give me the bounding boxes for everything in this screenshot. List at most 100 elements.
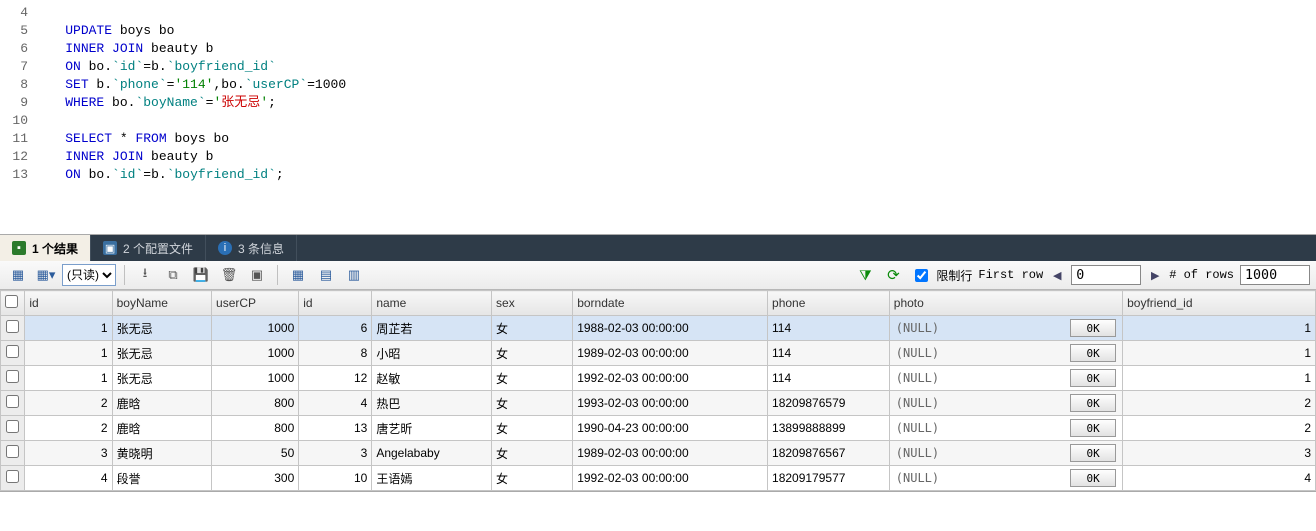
row-checkbox[interactable] bbox=[6, 320, 19, 333]
cell-usercp[interactable]: 300 bbox=[212, 466, 299, 491]
row-checkbox[interactable] bbox=[6, 370, 19, 383]
cell-sex[interactable]: 女 bbox=[492, 416, 573, 441]
cell-id[interactable]: 2 bbox=[25, 391, 112, 416]
cell-usercp[interactable]: 800 bbox=[212, 391, 299, 416]
select-all-checkbox[interactable] bbox=[5, 295, 18, 308]
cell-sex[interactable]: 女 bbox=[492, 466, 573, 491]
row-checkbox-cell[interactable] bbox=[1, 466, 25, 491]
cell-boyfriend-id[interactable]: 2 bbox=[1123, 391, 1316, 416]
cell-phone[interactable]: 18209876567 bbox=[768, 441, 890, 466]
cell-id2[interactable]: 6 bbox=[299, 316, 372, 341]
cell-boyfriend-id[interactable]: 4 bbox=[1123, 466, 1316, 491]
refresh-icon[interactable]: ⟳ bbox=[881, 263, 905, 287]
photo-size-button[interactable]: 0K bbox=[1070, 344, 1116, 362]
table-row[interactable]: 4段誉30010王语嫣女1992-02-03 00:00:00182091795… bbox=[1, 466, 1316, 491]
cell-phone[interactable]: 18209179577 bbox=[768, 466, 890, 491]
first-row-input[interactable] bbox=[1071, 265, 1141, 285]
copy-icon[interactable]: ⧉ bbox=[161, 263, 185, 287]
view-mode-card-icon[interactable]: ▥ bbox=[342, 263, 366, 287]
row-checkbox-cell[interactable] bbox=[1, 366, 25, 391]
delete-icon[interactable]: 🗑 bbox=[217, 263, 241, 287]
cell-usercp[interactable]: 1000 bbox=[212, 316, 299, 341]
editor-code[interactable]: UPDATE boys bo INNER JOIN beauty b ON bo… bbox=[34, 4, 346, 224]
grid-options-icon[interactable]: ▦▾ bbox=[34, 263, 58, 287]
first-row-prev-icon[interactable]: ◀ bbox=[1049, 267, 1065, 283]
cell-boyfriend-id[interactable]: 2 bbox=[1123, 416, 1316, 441]
tab-messages[interactable]: i 3 条信息 bbox=[206, 235, 297, 261]
view-mode-grid-icon[interactable]: ▦ bbox=[286, 263, 310, 287]
cell-id2[interactable]: 10 bbox=[299, 466, 372, 491]
row-checkbox-cell[interactable] bbox=[1, 416, 25, 441]
cell-phone[interactable]: 13899888899 bbox=[768, 416, 890, 441]
cell-name[interactable]: 赵敏 bbox=[372, 366, 492, 391]
cell-borndate[interactable]: 1993-02-03 00:00:00 bbox=[573, 391, 768, 416]
row-checkbox-cell[interactable] bbox=[1, 316, 25, 341]
cell-boyname[interactable]: 鹿晗 bbox=[112, 416, 211, 441]
cell-photo[interactable]: (NULL)0K bbox=[889, 316, 1122, 341]
row-checkbox-cell[interactable] bbox=[1, 441, 25, 466]
cell-borndate[interactable]: 1989-02-03 00:00:00 bbox=[573, 441, 768, 466]
cell-boyname[interactable]: 张无忌 bbox=[112, 316, 211, 341]
cell-photo[interactable]: (NULL)0K bbox=[889, 366, 1122, 391]
cell-name[interactable]: Angelababy bbox=[372, 441, 492, 466]
cell-id[interactable]: 4 bbox=[25, 466, 112, 491]
cell-usercp[interactable]: 1000 bbox=[212, 366, 299, 391]
results-grid-wrap[interactable]: id boyName userCP id name sex borndate p… bbox=[0, 290, 1316, 492]
cell-usercp[interactable]: 50 bbox=[212, 441, 299, 466]
row-checkbox[interactable] bbox=[6, 420, 19, 433]
readonly-select[interactable]: (只读) bbox=[62, 264, 116, 286]
cell-boyname[interactable]: 黄晓明 bbox=[112, 441, 211, 466]
cell-id[interactable]: 2 bbox=[25, 416, 112, 441]
cell-photo[interactable]: (NULL)0K bbox=[889, 416, 1122, 441]
cell-id[interactable]: 1 bbox=[25, 341, 112, 366]
cell-id2[interactable]: 8 bbox=[299, 341, 372, 366]
cell-phone[interactable]: 114 bbox=[768, 341, 890, 366]
table-row[interactable]: 2鹿晗80013唐艺昕女1990-04-23 00:00:00138998888… bbox=[1, 416, 1316, 441]
cell-name[interactable]: 热巴 bbox=[372, 391, 492, 416]
table-row[interactable]: 3黄晓明503Angelababy女1989-02-03 00:00:00182… bbox=[1, 441, 1316, 466]
table-row[interactable]: 1张无忌10008小昭女1989-02-03 00:00:00114(NULL)… bbox=[1, 341, 1316, 366]
row-checkbox[interactable] bbox=[6, 445, 19, 458]
cell-sex[interactable]: 女 bbox=[492, 391, 573, 416]
column-header[interactable]: boyfriend_id bbox=[1123, 291, 1316, 316]
cell-name[interactable]: 唐艺昕 bbox=[372, 416, 492, 441]
photo-size-button[interactable]: 0K bbox=[1070, 369, 1116, 387]
photo-size-button[interactable]: 0K bbox=[1070, 469, 1116, 487]
table-row[interactable]: 1张无忌10006周芷若女1988-02-03 00:00:00114(NULL… bbox=[1, 316, 1316, 341]
cell-id2[interactable]: 3 bbox=[299, 441, 372, 466]
cell-usercp[interactable]: 1000 bbox=[212, 341, 299, 366]
cell-borndate[interactable]: 1992-02-03 00:00:00 bbox=[573, 366, 768, 391]
cell-sex[interactable]: 女 bbox=[492, 316, 573, 341]
column-header[interactable]: phone bbox=[768, 291, 890, 316]
row-checkbox[interactable] bbox=[6, 395, 19, 408]
cell-id2[interactable]: 13 bbox=[299, 416, 372, 441]
grid-view-icon[interactable]: ▦ bbox=[6, 263, 30, 287]
cell-id[interactable]: 3 bbox=[25, 441, 112, 466]
column-header[interactable]: photo bbox=[889, 291, 1122, 316]
table-row[interactable]: 1张无忌100012赵敏女1992-02-03 00:00:00114(NULL… bbox=[1, 366, 1316, 391]
column-header[interactable]: borndate bbox=[573, 291, 768, 316]
row-checkbox[interactable] bbox=[6, 470, 19, 483]
row-checkbox[interactable] bbox=[6, 345, 19, 358]
cell-sex[interactable]: 女 bbox=[492, 366, 573, 391]
cell-boyname[interactable]: 鹿晗 bbox=[112, 391, 211, 416]
cell-name[interactable]: 小昭 bbox=[372, 341, 492, 366]
photo-size-button[interactable]: 0K bbox=[1070, 444, 1116, 462]
cell-usercp[interactable]: 800 bbox=[212, 416, 299, 441]
cell-borndate[interactable]: 1989-02-03 00:00:00 bbox=[573, 341, 768, 366]
row-checkbox-cell[interactable] bbox=[1, 391, 25, 416]
cell-name[interactable]: 周芷若 bbox=[372, 316, 492, 341]
cell-borndate[interactable]: 1992-02-03 00:00:00 bbox=[573, 466, 768, 491]
photo-size-button[interactable]: 0K bbox=[1070, 319, 1116, 337]
filter-icon[interactable]: ⧩ bbox=[853, 263, 877, 287]
insert-icon[interactable]: ▣ bbox=[245, 263, 269, 287]
cell-photo[interactable]: (NULL)0K bbox=[889, 341, 1122, 366]
table-row[interactable]: 2鹿晗8004热巴女1993-02-03 00:00:0018209876579… bbox=[1, 391, 1316, 416]
cell-id[interactable]: 1 bbox=[25, 316, 112, 341]
row-checkbox-cell[interactable] bbox=[1, 341, 25, 366]
cell-boyname[interactable]: 张无忌 bbox=[112, 341, 211, 366]
column-header[interactable]: boyName bbox=[112, 291, 211, 316]
photo-size-button[interactable]: 0K bbox=[1070, 419, 1116, 437]
cell-phone[interactable]: 114 bbox=[768, 316, 890, 341]
cell-phone[interactable]: 114 bbox=[768, 366, 890, 391]
